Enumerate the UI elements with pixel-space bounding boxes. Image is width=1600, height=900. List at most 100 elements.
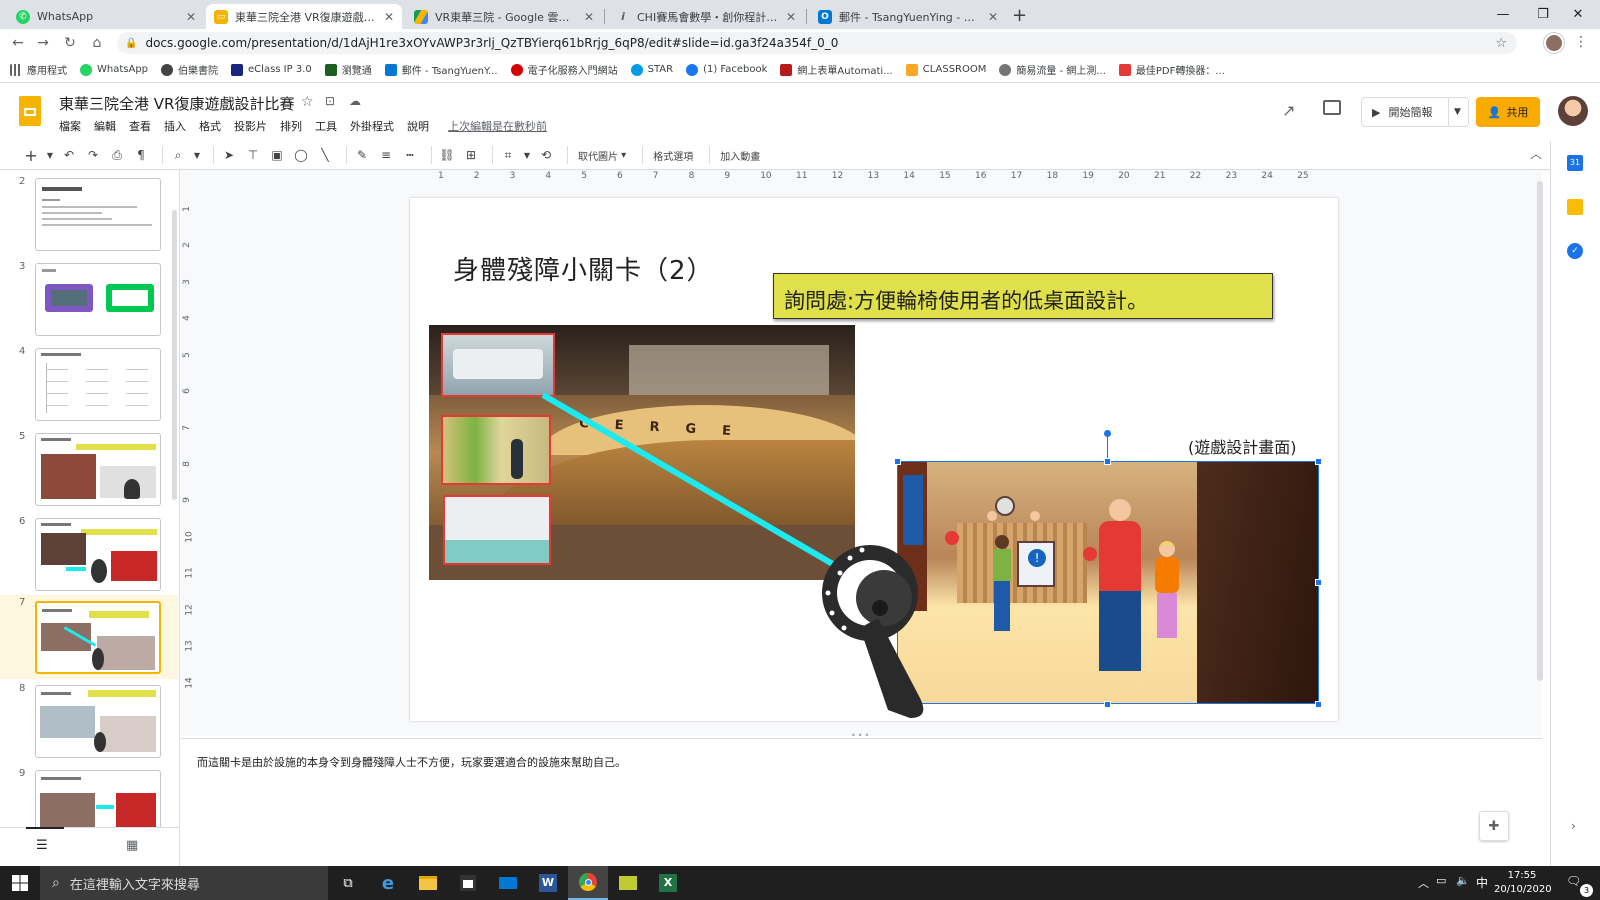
taskbar-clock[interactable]: 17:55 20/10/2020 [1494, 869, 1552, 897]
bookmark-facebook[interactable]: (1) Facebook [686, 63, 767, 76]
present-dropdown-icon[interactable]: ▼ [1454, 107, 1461, 117]
home-button[interactable]: ⌂ [87, 33, 107, 53]
url-input[interactable]: 🔒 docs.google.com/presentation/d/1dAjH1r… [117, 32, 1517, 54]
zoom-icon[interactable]: ⌕ [169, 144, 187, 166]
animate-button[interactable]: 加入動畫 [716, 144, 764, 166]
speaker-notes-panel[interactable]: ••• 而這關卡是由於設施的本身令到身體殘障人士不方便，玩家要選適合的設施來幫助… [181, 731, 1542, 866]
paint-format-icon[interactable]: ¶ [132, 144, 150, 166]
new-slide-button[interactable]: + [22, 144, 40, 166]
vr-controller-icon[interactable] [822, 545, 924, 718]
word-icon[interactable]: W [528, 866, 568, 900]
menu-insert[interactable]: 插入 [164, 118, 186, 134]
ime-indicator[interactable]: 中 [1476, 874, 1488, 891]
border-dash-icon[interactable]: ┅ [401, 144, 419, 166]
menu-slide[interactable]: 投影片 [234, 118, 267, 134]
reload-button[interactable]: ↻ [60, 33, 80, 53]
volume-icon[interactable]: 🔈 [1456, 874, 1470, 887]
star-icon[interactable]: ☆ [301, 94, 314, 110]
edge-icon[interactable]: e [368, 866, 408, 900]
share-button[interactable]: 👤 共用 [1476, 97, 1540, 127]
menu-view[interactable]: 查看 [129, 118, 151, 134]
slide-thumbnail-7[interactable]: 7 [0, 595, 178, 679]
bookmark-speedtest[interactable]: 簡易流量 - 網上測... [999, 62, 1106, 77]
border-weight-icon[interactable]: ≡ [377, 144, 395, 166]
bookmark-outlook[interactable]: 郵件 - TsangYuenY... [384, 62, 498, 77]
redo-icon[interactable]: ↷ [84, 144, 102, 166]
bookmark-eservice[interactable]: 電子化服務入門網站 [510, 62, 618, 77]
slide-thumbnail-4[interactable]: 4 [0, 344, 178, 426]
store-icon[interactable] [448, 866, 488, 900]
menu-edit[interactable]: 編輯 [94, 118, 116, 134]
comment-add-icon[interactable]: ⊞ [462, 144, 480, 166]
replace-image-button[interactable]: 取代圖片 ▾ [574, 144, 630, 166]
bookmark-automation[interactable]: 網上表單Automati... [780, 62, 893, 77]
select-cursor-icon[interactable]: ➤ [220, 144, 238, 166]
last-edit-link[interactable]: 上次編輯是在數秒前 [448, 118, 547, 134]
slide-thumbnail-2[interactable]: 2 [0, 174, 178, 256]
tab-whatsapp[interactable]: ✆ WhatsApp ✕ [8, 4, 204, 29]
shape-icon[interactable]: ◯ [292, 144, 310, 166]
star-icon[interactable]: ☆ [1495, 36, 1507, 51]
notes-resize-handle[interactable]: ••• [851, 731, 871, 740]
more-vert-icon[interactable]: ⋮ [1574, 34, 1588, 50]
tab-chi-math[interactable]: i CHI賽馬會數學・創你程計劃研討 ✕ [608, 4, 804, 29]
mail-icon[interactable] [488, 866, 528, 900]
menu-format[interactable]: 格式 [199, 118, 221, 134]
speaker-notes-text[interactable]: 而這關卡是由於設施的本身令到身體殘障人士不方便，玩家要選適合的設施來幫助自己。 [197, 754, 626, 770]
keep-icon[interactable] [1567, 199, 1583, 215]
text-box-icon[interactable]: ⊤ [244, 144, 262, 166]
forward-button[interactable]: → [33, 33, 53, 53]
close-window-button[interactable]: ✕ [1558, 0, 1598, 29]
link-icon[interactable]: ⛓ [438, 144, 456, 166]
filmstrip-scrollbar[interactable] [172, 210, 177, 500]
close-icon[interactable]: ✕ [384, 10, 394, 24]
file-explorer-icon[interactable] [408, 866, 448, 900]
notification-icon[interactable]: 🗨 [1566, 874, 1581, 888]
chrome-icon[interactable] [568, 866, 608, 900]
tab-google-drive[interactable]: VR東華三院 - Google 雲端硬碟 ✕ [406, 4, 602, 29]
close-icon[interactable]: ✕ [186, 10, 196, 24]
slide-thumbnail-5[interactable]: 5 [0, 429, 178, 511]
bookmark-browse[interactable]: 瀏覽通 [324, 62, 372, 77]
menu-tools[interactable]: 工具 [315, 118, 337, 134]
reset-image-icon[interactable]: ⟲ [537, 144, 555, 166]
taskbar-search-box[interactable]: ⌕ 在這裡輸入文字來搜尋 [40, 866, 328, 900]
slide-7[interactable]: 身體殘障小關卡（2） 詢問處:方便輪椅使用者的低桌面設計。 CERGE ! [410, 198, 1338, 721]
bookmark-school[interactable]: 伯樂書院 [161, 62, 218, 77]
grid-view-icon[interactable]: ▦ [126, 838, 138, 853]
activity-trend-icon[interactable]: ↗ [1282, 101, 1295, 120]
menu-arrange[interactable]: 排列 [280, 118, 302, 134]
zoom-dropdown[interactable]: ▼ [193, 144, 201, 166]
windows-start-icon[interactable] [0, 866, 40, 900]
filmstrip-view-icon[interactable]: ☰ [36, 838, 48, 853]
bookmark-apps[interactable]: 應用程式 [10, 62, 67, 77]
document-title[interactable]: 東華三院全港 VR復康遊戲設計比賽 [59, 93, 294, 114]
image-icon[interactable]: ▣ [268, 144, 286, 166]
explore-button[interactable]: ✚ [1479, 811, 1509, 841]
excel-icon[interactable]: X [648, 866, 688, 900]
calendar-icon[interactable]: 31 [1567, 155, 1583, 171]
account-avatar[interactable] [1558, 96, 1588, 126]
tab-google-slides[interactable]: ▭ 東華三院全港 VR復康遊戲設計比 ✕ [206, 4, 402, 29]
crop-icon[interactable]: ⌗ [499, 144, 517, 166]
collapse-toolbar-icon[interactable]: ︿ [1530, 145, 1542, 162]
new-slide-dropdown[interactable]: ▼ [46, 144, 54, 166]
menu-file[interactable]: 檔案 [59, 118, 81, 134]
move-folder-icon[interactable]: ⊡ [325, 94, 335, 108]
google-slides-logo[interactable] [19, 96, 41, 126]
profile-avatar[interactable] [1544, 33, 1564, 53]
format-options-button[interactable]: 格式選項 [649, 144, 697, 166]
menu-addons[interactable]: 外掛程式 [350, 118, 394, 134]
canvas-scrollbar[interactable] [1537, 181, 1543, 681]
network-icon[interactable]: ▭ [1436, 874, 1446, 887]
expand-panel-icon[interactable]: › [1571, 819, 1576, 833]
slide-thumbnail-8[interactable]: 8 [0, 681, 178, 763]
tab-outlook[interactable]: O 郵件 - TsangYuenYing - Outloo ✕ [810, 4, 1006, 29]
show-hidden-icons[interactable]: ︿ [1418, 875, 1429, 891]
line-icon[interactable]: ╲ [316, 144, 334, 166]
task-view-icon[interactable]: ⧉ [328, 866, 368, 900]
slide-thumbnail-6[interactable]: 6 [0, 514, 178, 596]
crop-dropdown[interactable]: ▼ [523, 144, 531, 166]
tasks-icon[interactable]: ✓ [1567, 243, 1583, 259]
border-color-icon[interactable]: ✎ [353, 144, 371, 166]
